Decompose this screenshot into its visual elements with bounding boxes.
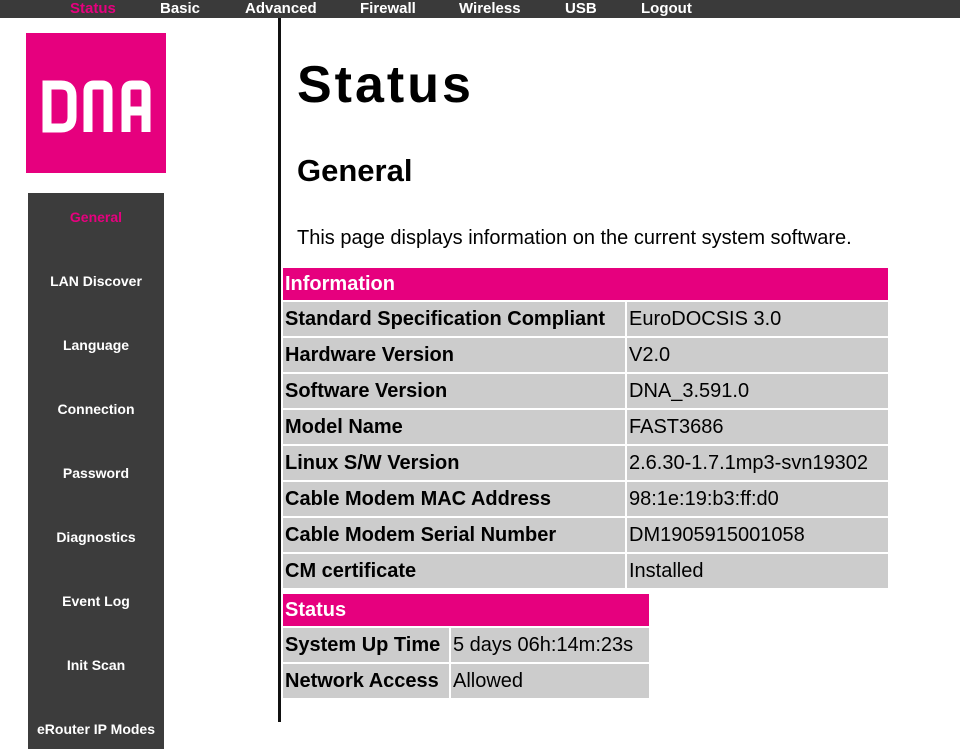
sidebar-item-general[interactable]: General: [28, 209, 164, 225]
row-label: Network Access: [283, 664, 451, 700]
row-label: Standard Specification Compliant: [283, 302, 627, 338]
nav-firewall[interactable]: Firewall: [360, 0, 416, 18]
top-nav-bar: Status Basic Advanced Firewall Wireless …: [0, 0, 960, 18]
row-label: Cable Modem Serial Number: [283, 518, 627, 554]
table-row: Linux S/W Version 2.6.30-1.7.1mp3-svn193…: [283, 446, 888, 482]
nav-logout[interactable]: Logout: [641, 0, 692, 18]
nav-basic[interactable]: Basic: [160, 0, 200, 18]
dna-logo-mark: [42, 80, 151, 133]
sidebar-item-language[interactable]: Language: [28, 337, 164, 353]
information-header: Information: [283, 268, 888, 302]
page-title: Status: [297, 56, 474, 114]
status-header: Status: [283, 594, 649, 628]
table-row: CM certificate Installed: [283, 554, 888, 590]
row-value: 98:1e:19:b3:ff:d0: [627, 482, 888, 518]
nav-status[interactable]: Status: [70, 0, 116, 18]
dna-logo: [26, 33, 166, 173]
sidebar-item-erouter-ip-modes[interactable]: eRouter IP Modes: [28, 721, 164, 737]
table-row: Cable Modem MAC Address 98:1e:19:b3:ff:d…: [283, 482, 888, 518]
sidebar-item-lan-discover[interactable]: LAN Discover: [28, 273, 164, 289]
table-row: Standard Specification Compliant EuroDOC…: [283, 302, 888, 338]
row-value: 5 days 06h:14m:23s: [451, 628, 649, 664]
table-row: Software Version DNA_3.591.0: [283, 374, 888, 410]
row-value: V2.0: [627, 338, 888, 374]
table-row: Network Access Allowed: [283, 664, 649, 700]
row-label: Model Name: [283, 410, 627, 446]
sidebar-item-init-scan[interactable]: Init Scan: [28, 657, 164, 673]
table-row: System Up Time 5 days 06h:14m:23s: [283, 628, 649, 664]
row-value: DNA_3.591.0: [627, 374, 888, 410]
sidebar-item-event-log[interactable]: Event Log: [28, 593, 164, 609]
information-table: Information Standard Specification Compl…: [283, 268, 888, 590]
nav-advanced[interactable]: Advanced: [245, 0, 317, 18]
sidebar-item-connection[interactable]: Connection: [28, 401, 164, 417]
row-label: System Up Time: [283, 628, 451, 664]
nav-usb[interactable]: USB: [565, 0, 597, 18]
row-value: DM1905915001058: [627, 518, 888, 554]
sidebar: General LAN Discover Language Connection…: [28, 193, 164, 749]
row-label: CM certificate: [283, 554, 627, 590]
nav-wireless[interactable]: Wireless: [459, 0, 521, 18]
page-description: This page displays information on the cu…: [297, 227, 852, 249]
content-divider: [278, 18, 281, 722]
row-label: Cable Modem MAC Address: [283, 482, 627, 518]
row-value: EuroDOCSIS 3.0: [627, 302, 888, 338]
row-label: Linux S/W Version: [283, 446, 627, 482]
row-value: FAST3686: [627, 410, 888, 446]
section-title: General: [297, 153, 413, 188]
row-label: Software Version: [283, 374, 627, 410]
status-table: Status System Up Time 5 days 06h:14m:23s…: [283, 594, 649, 700]
sidebar-item-password[interactable]: Password: [28, 465, 164, 481]
table-row: Model Name FAST3686: [283, 410, 888, 446]
row-value: Allowed: [451, 664, 649, 700]
row-label: Hardware Version: [283, 338, 627, 374]
row-value: Installed: [627, 554, 888, 590]
sidebar-item-diagnostics[interactable]: Diagnostics: [28, 529, 164, 545]
table-row: Cable Modem Serial Number DM190591500105…: [283, 518, 888, 554]
row-value: 2.6.30-1.7.1mp3-svn19302: [627, 446, 888, 482]
table-row: Hardware Version V2.0: [283, 338, 888, 374]
